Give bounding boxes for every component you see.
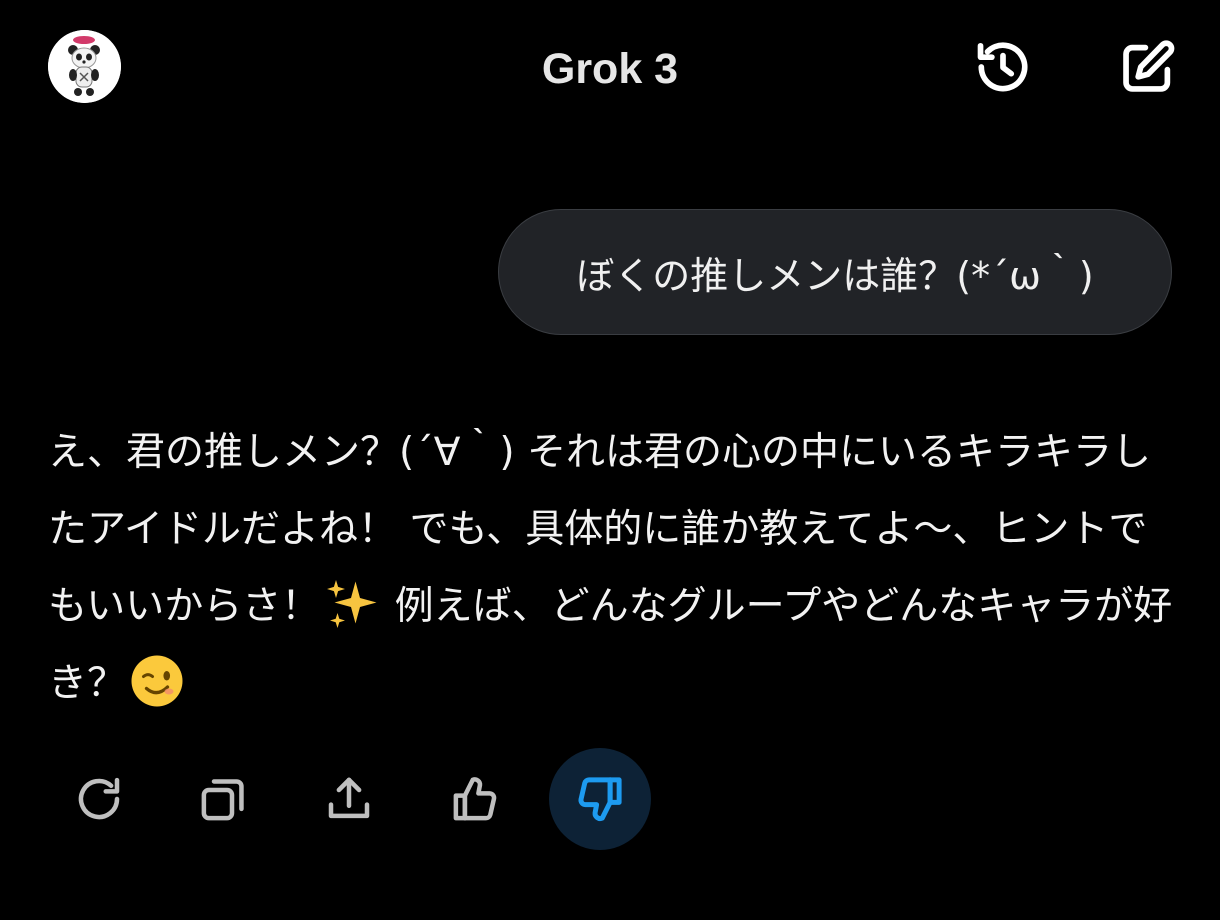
- history-button[interactable]: [972, 36, 1034, 98]
- copy-icon: [201, 779, 244, 821]
- new-chat-button[interactable]: [1117, 36, 1179, 98]
- thumbs-down-button[interactable]: [549, 748, 651, 850]
- new-chat-icon: [1123, 40, 1175, 92]
- share-button[interactable]: [298, 748, 400, 850]
- share-icon: [328, 777, 370, 819]
- regenerate-button[interactable]: [48, 748, 150, 850]
- assistant-message: え、君の推しメン？(´∀｀) それは君の心の中にいるキラキラしたアイドルだよね！…: [48, 414, 1178, 722]
- copy-button[interactable]: [172, 748, 274, 850]
- winking-face-emoji: [131, 655, 183, 707]
- sparkles-emoji: [327, 580, 377, 628]
- top-bar: Grok 3: [0, 0, 1220, 140]
- thumbs-up-icon: [453, 777, 497, 821]
- thumbs-up-button[interactable]: [424, 748, 526, 850]
- page-title: Grok 3: [541, 45, 679, 93]
- user-message-bubble: ぼくの推しメンは誰？(*´ω｀): [498, 209, 1172, 335]
- profile-avatar[interactable]: [48, 30, 121, 103]
- regenerate-icon: [78, 777, 120, 820]
- panda-avatar-icon: [48, 30, 121, 103]
- user-message-text: ぼくの推しメンは誰？(*´ω｀): [576, 253, 1094, 298]
- message-actions: [48, 748, 688, 852]
- thumbs-down-icon: [578, 777, 622, 821]
- history-icon: [977, 42, 1028, 92]
